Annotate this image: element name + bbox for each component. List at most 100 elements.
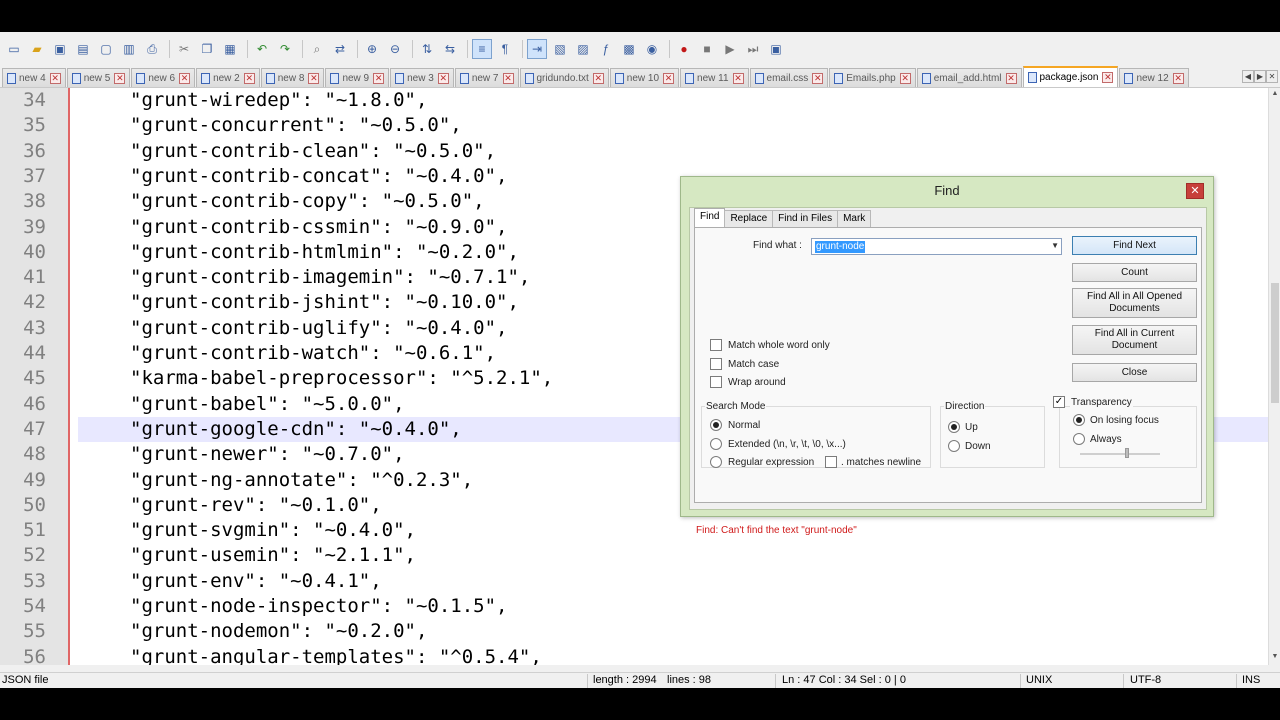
vertical-scrollbar[interactable]: ▲ ▼ (1268, 88, 1280, 665)
match-case-checkbox[interactable] (710, 358, 722, 370)
open-file-icon[interactable]: ▰ (27, 39, 47, 59)
close-tab-icon[interactable]: ✕ (373, 72, 385, 84)
document-tab[interactable]: new 3 ✕ (390, 68, 454, 87)
close-tab-icon[interactable]: ✕ (179, 72, 191, 84)
find-all-current-button[interactable]: Find All in Current Document (1072, 325, 1197, 355)
always-radio[interactable] (1073, 433, 1085, 445)
close-tab-icon[interactable]: ✕ (1172, 72, 1184, 84)
document-tab[interactable]: new 8 ✕ (260, 68, 325, 87)
code-line[interactable]: "grunt-angular-templates": "^0.5.4", (78, 645, 1268, 665)
zoom-in-icon[interactable]: ⊕ (362, 39, 382, 59)
indent-guide-icon[interactable]: ⇥ (527, 39, 547, 59)
close-tab-icon[interactable]: ✕ (114, 72, 126, 84)
document-tab[interactable]: Emails.php ✕ (829, 68, 916, 87)
code-line[interactable]: "grunt-env": "~0.4.1", (78, 569, 1268, 594)
save-icon[interactable]: ▣ (50, 39, 70, 59)
tab-replace[interactable]: Replace (724, 210, 774, 227)
close-tab-icon[interactable]: ✕ (663, 72, 675, 84)
scroll-thumb[interactable] (1271, 283, 1279, 403)
find-all-opened-button[interactable]: Find All in All Opened Documents (1072, 288, 1197, 318)
function-list-icon[interactable]: ƒ (596, 39, 616, 59)
copy-icon[interactable]: ❐ (197, 39, 217, 59)
chevron-down-icon[interactable]: ▼ (1051, 241, 1059, 250)
save-all-icon[interactable]: ▤ (73, 39, 93, 59)
close-tab-icon[interactable]: ✕ (49, 72, 61, 84)
doc-map-icon[interactable]: ▨ (573, 39, 593, 59)
record-macro-icon[interactable]: ● (674, 39, 694, 59)
document-tab[interactable]: new 10 ✕ (609, 68, 680, 87)
code-line[interactable]: "grunt-contrib-clean": "~0.5.0", (78, 139, 1268, 164)
code-line[interactable]: "grunt-wiredep": "~1.8.0", (78, 88, 1268, 113)
close-tab-icon[interactable]: ✕ (437, 72, 449, 84)
close-all-icon[interactable]: ▥ (119, 39, 139, 59)
close-current-tab-icon[interactable]: ✕ (1266, 70, 1278, 83)
close-tab-icon[interactable]: ✕ (1005, 72, 1017, 84)
redo-icon[interactable]: ↷ (275, 39, 295, 59)
folder-workspace-icon[interactable]: ▩ (619, 39, 639, 59)
document-tab[interactable]: email_add.html ✕ (916, 68, 1022, 87)
extended-radio[interactable] (710, 438, 722, 450)
new-file-icon[interactable]: ▭ (4, 39, 24, 59)
user-language-icon[interactable]: ▧ (550, 39, 570, 59)
code-line[interactable]: "grunt-svgmin": "~0.4.0", (78, 518, 1268, 543)
print-icon[interactable]: ⎙ (142, 39, 162, 59)
document-tab[interactable]: new 12 ✕ (1119, 68, 1189, 87)
code-line[interactable]: "grunt-node-inspector": "~0.1.5", (78, 594, 1268, 619)
cut-icon[interactable]: ✂ (174, 39, 194, 59)
run-macro-multiple-icon[interactable]: ⏭ (743, 39, 763, 59)
code-line[interactable]: "grunt-usemin": "~2.1.1", (78, 543, 1268, 568)
show-all-chars-icon[interactable]: ¶ (495, 39, 515, 59)
scroll-down-arrow-icon[interactable]: ▼ (1270, 653, 1280, 663)
sync-horizontal-icon[interactable]: ⇆ (440, 39, 460, 59)
document-tab[interactable]: new 11 ✕ (680, 68, 749, 87)
document-tab[interactable]: new 6 ✕ (131, 68, 196, 87)
document-tab[interactable]: email.css ✕ (749, 68, 829, 87)
monitoring-icon[interactable]: ◉ (642, 39, 662, 59)
tab-scroll-left-icon[interactable]: ◀ (1242, 70, 1254, 83)
find-next-button[interactable]: Find Next (1072, 236, 1197, 255)
close-tab-icon[interactable]: ✕ (1102, 72, 1114, 83)
word-wrap-icon[interactable]: ≡ (472, 39, 492, 59)
document-tab[interactable]: new 2 ✕ (196, 68, 260, 87)
close-tab-icon[interactable]: ✕ (243, 72, 255, 84)
find-icon[interactable]: ⌕ (307, 39, 327, 59)
close-tab-icon[interactable]: ✕ (899, 72, 911, 84)
matches-newline-checkbox[interactable] (825, 456, 837, 468)
zoom-out-icon[interactable]: ⊖ (385, 39, 405, 59)
save-macro-icon[interactable]: ▣ (766, 39, 786, 59)
tab-find[interactable]: Find (694, 208, 726, 228)
find-what-input[interactable]: grunt-node ▼ (811, 238, 1062, 255)
tab-scroll-right-icon[interactable]: ▶ (1254, 70, 1266, 83)
code-line[interactable]: "grunt-nodemon": "~0.2.0", (78, 619, 1268, 644)
paste-icon[interactable]: ▦ (220, 39, 240, 59)
transparency-checkbox[interactable]: ✓ (1053, 396, 1065, 408)
close-tab-icon[interactable]: ✕ (592, 72, 604, 84)
count-button[interactable]: Count (1072, 263, 1197, 282)
close-file-icon[interactable]: ▢ (96, 39, 116, 59)
close-tab-icon[interactable]: ✕ (732, 72, 744, 84)
close-button[interactable]: Close (1072, 363, 1197, 382)
replace-icon[interactable]: ⇄ (330, 39, 350, 59)
undo-icon[interactable]: ↶ (252, 39, 272, 59)
scroll-up-arrow-icon[interactable]: ▲ (1270, 90, 1280, 100)
code-line[interactable]: "grunt-concurrent": "~0.5.0", (78, 113, 1268, 138)
stop-macro-icon[interactable]: ■ (697, 39, 717, 59)
transparency-slider-thumb[interactable] (1125, 448, 1129, 458)
find-dialog-close-icon[interactable]: ✕ (1186, 183, 1204, 199)
wrap-around-checkbox[interactable] (710, 376, 722, 388)
direction-up-radio[interactable] (948, 421, 960, 433)
direction-down-radio[interactable] (948, 440, 960, 452)
sync-vertical-icon[interactable]: ⇅ (417, 39, 437, 59)
normal-radio[interactable] (710, 419, 722, 431)
tab-mark[interactable]: Mark (837, 210, 872, 227)
document-tab[interactable]: new 5 ✕ (66, 68, 131, 87)
close-tab-icon[interactable]: ✕ (502, 72, 514, 84)
close-tab-icon[interactable]: ✕ (812, 72, 824, 84)
close-tab-icon[interactable]: ✕ (308, 72, 320, 84)
find-dialog-title[interactable]: Find (681, 177, 1213, 204)
on-losing-focus-radio[interactable] (1073, 414, 1085, 426)
document-tab[interactable]: new 7 ✕ (454, 68, 519, 87)
play-macro-icon[interactable]: ▶ (720, 39, 740, 59)
document-tab[interactable]: package.json ✕ (1022, 66, 1119, 87)
document-tab[interactable]: new 4 ✕ (2, 68, 66, 87)
